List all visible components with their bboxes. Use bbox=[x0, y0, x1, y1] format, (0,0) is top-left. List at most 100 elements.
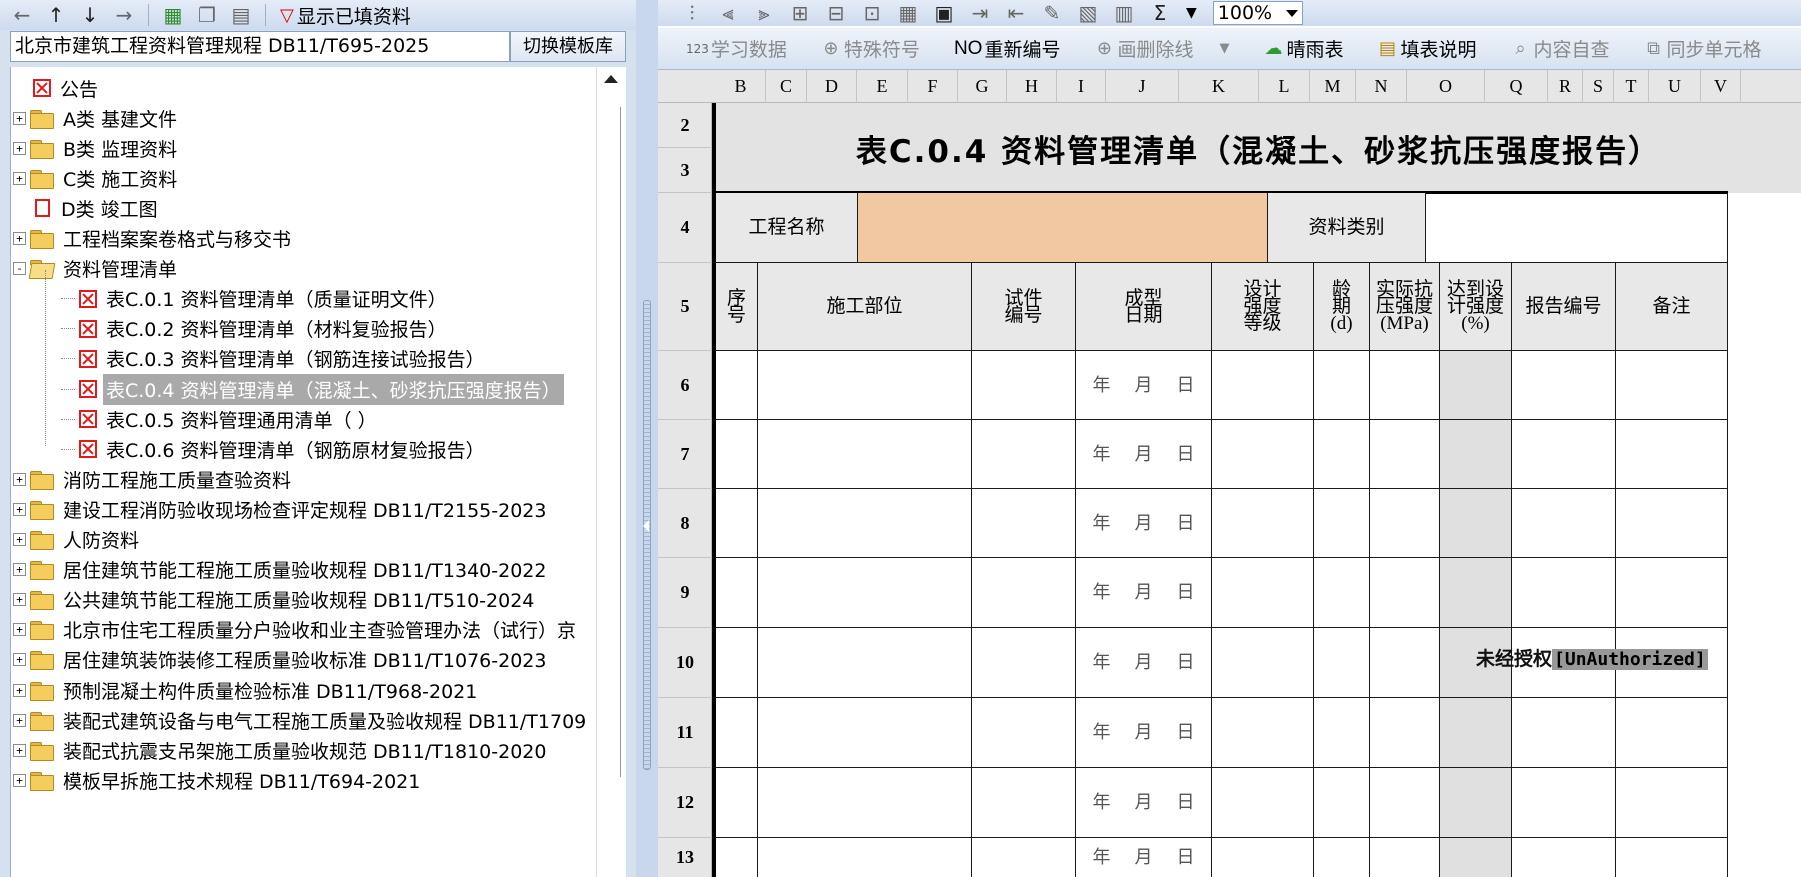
data-cell[interactable] bbox=[758, 628, 972, 698]
tree-item[interactable]: 表C.0.1 资料管理清单（质量证明文件） bbox=[61, 282, 450, 316]
learn-data-button[interactable]: 123 学习数据 bbox=[686, 35, 787, 62]
data-cell[interactable] bbox=[972, 351, 1076, 420]
arrow-down-icon[interactable]: ↓ bbox=[80, 5, 100, 25]
tree-item[interactable]: 表C.0.3 资料管理清单（钢筋连接试验报告） bbox=[61, 342, 488, 376]
row-header[interactable]: 8 bbox=[658, 489, 712, 558]
expand-icon[interactable]: + bbox=[13, 623, 26, 637]
data-cell[interactable] bbox=[1616, 420, 1728, 489]
data-cell[interactable] bbox=[1512, 698, 1616, 768]
column-header[interactable]: M bbox=[1310, 70, 1356, 103]
weather-button[interactable]: ☁ 晴雨表 bbox=[1263, 35, 1343, 62]
tree-item[interactable]: + 消防工程施工质量查验资料 bbox=[13, 462, 294, 496]
data-cell[interactable] bbox=[712, 558, 758, 628]
data-cell[interactable] bbox=[1314, 838, 1370, 877]
data-cell[interactable] bbox=[1314, 489, 1370, 558]
column-header[interactable]: V bbox=[1701, 70, 1741, 103]
switch-template-button[interactable]: 切换模板库 bbox=[510, 31, 626, 62]
dropdown-icon[interactable]: ▼ bbox=[1219, 41, 1229, 56]
expand-icon[interactable]: + bbox=[13, 472, 26, 486]
column-header[interactable]: T bbox=[1614, 70, 1649, 103]
data-cell[interactable] bbox=[1512, 838, 1616, 877]
data-cell[interactable] bbox=[1314, 628, 1370, 698]
tree-item[interactable]: + 装配式建筑设备与电气工程施工质量及验收规程 DB11/T1709 bbox=[13, 703, 589, 737]
project-name-field[interactable] bbox=[858, 193, 1268, 263]
calculator-icon[interactable]: ▥ bbox=[1114, 3, 1134, 23]
insert-row-icon[interactable]: ⊞ bbox=[790, 3, 810, 23]
arrow-up-icon[interactable]: ↑ bbox=[46, 5, 66, 25]
date-cell[interactable]: 年月日 bbox=[1076, 558, 1212, 628]
data-cell[interactable] bbox=[1616, 838, 1728, 877]
expand-icon[interactable]: + bbox=[13, 502, 26, 516]
special-symbol-button[interactable]: ⊕ 特殊符号 bbox=[821, 35, 920, 62]
data-cell[interactable] bbox=[1314, 351, 1370, 420]
column-header[interactable]: I bbox=[1057, 70, 1106, 103]
data-cell[interactable] bbox=[1314, 698, 1370, 768]
data-cell[interactable] bbox=[1370, 838, 1440, 877]
data-cell[interactable] bbox=[1212, 698, 1314, 768]
sum-dropdown-icon[interactable]: ▼ bbox=[1186, 5, 1197, 21]
column-header[interactable]: U bbox=[1649, 70, 1701, 103]
align-icon[interactable]: ⫷ bbox=[718, 3, 738, 23]
expand-icon[interactable]: + bbox=[13, 743, 26, 757]
expand-icon[interactable]: + bbox=[13, 773, 26, 787]
data-cell[interactable] bbox=[1212, 628, 1314, 698]
data-cell[interactable] bbox=[1370, 351, 1440, 420]
arrow-right-icon[interactable]: → bbox=[114, 5, 134, 25]
data-cell[interactable] bbox=[1370, 420, 1440, 489]
data-cell[interactable] bbox=[972, 838, 1076, 877]
data-cell[interactable] bbox=[758, 838, 972, 877]
tree-item[interactable]: + 人防资料 bbox=[13, 523, 142, 557]
collapse-left-icon[interactable] bbox=[643, 520, 649, 532]
date-cell[interactable]: 年月日 bbox=[1076, 698, 1212, 768]
column-header[interactable]: J bbox=[1106, 70, 1179, 103]
tree-item[interactable]: + 模板早拆施工技术规程 DB11/T694-2021 bbox=[13, 763, 423, 797]
data-cell[interactable] bbox=[758, 558, 972, 628]
collapse-icon[interactable]: - bbox=[13, 262, 26, 276]
row-header[interactable]: 10 bbox=[658, 628, 712, 698]
data-cell[interactable] bbox=[972, 558, 1076, 628]
data-cell[interactable] bbox=[758, 768, 972, 838]
tree-item[interactable]: 公告 bbox=[33, 71, 101, 105]
expand-icon[interactable]: + bbox=[13, 111, 26, 125]
data-cell[interactable] bbox=[1616, 558, 1728, 628]
expand-icon[interactable]: + bbox=[13, 232, 26, 245]
lock-icon[interactable]: ▣ bbox=[934, 3, 954, 23]
expand-icon[interactable]: + bbox=[13, 563, 26, 577]
data-cell[interactable] bbox=[1440, 351, 1512, 420]
data-cell[interactable] bbox=[1370, 698, 1440, 768]
row-header[interactable]: 7 bbox=[658, 420, 712, 489]
panel-splitter[interactable] bbox=[636, 0, 658, 877]
data-cell[interactable] bbox=[712, 420, 758, 489]
row-header[interactable]: 13 bbox=[658, 838, 712, 877]
paste-icon[interactable]: ▤ bbox=[231, 5, 251, 25]
data-cell[interactable] bbox=[1212, 420, 1314, 489]
data-cell[interactable] bbox=[972, 489, 1076, 558]
tree-item[interactable]: 表C.0.5 资料管理通用清单（ ） bbox=[61, 402, 380, 436]
expand-icon[interactable]: + bbox=[13, 683, 26, 697]
indent-icon[interactable]: ⇥ bbox=[970, 3, 990, 23]
row-header[interactable]: 6 bbox=[658, 351, 712, 420]
data-cell[interactable] bbox=[972, 420, 1076, 489]
data-cell[interactable] bbox=[712, 351, 758, 420]
tree-item[interactable]: + 建设工程消防验收现场检查评定规程 DB11/T2155-2023 bbox=[13, 492, 549, 526]
tree-item[interactable]: + C类 施工资料 bbox=[13, 161, 180, 195]
row-header[interactable]: 9 bbox=[658, 558, 712, 628]
data-cell[interactable] bbox=[1440, 489, 1512, 558]
arrow-left-icon[interactable]: ← bbox=[12, 5, 32, 25]
column-header[interactable]: N bbox=[1356, 70, 1407, 103]
data-cell[interactable] bbox=[1440, 838, 1512, 877]
column-header[interactable]: C bbox=[766, 70, 807, 103]
scroll-up-icon[interactable] bbox=[604, 75, 618, 83]
column-header[interactable]: E bbox=[857, 70, 908, 103]
data-cell[interactable] bbox=[1616, 698, 1728, 768]
expand-icon[interactable]: + bbox=[13, 141, 26, 155]
row-header[interactable]: 11 bbox=[658, 698, 712, 768]
align-icon[interactable]: ⫸ bbox=[754, 3, 774, 23]
expand-icon[interactable]: + bbox=[13, 171, 26, 185]
data-cell[interactable] bbox=[1212, 838, 1314, 877]
outdent-icon[interactable]: ⇤ bbox=[1006, 3, 1026, 23]
date-cell[interactable]: 年月日 bbox=[1076, 768, 1212, 838]
row-header[interactable]: 5 bbox=[658, 263, 712, 351]
data-cell[interactable] bbox=[1440, 768, 1512, 838]
tree-item[interactable]: + 预制混凝土构件质量检验标准 DB11/T968-2021 bbox=[13, 673, 480, 707]
